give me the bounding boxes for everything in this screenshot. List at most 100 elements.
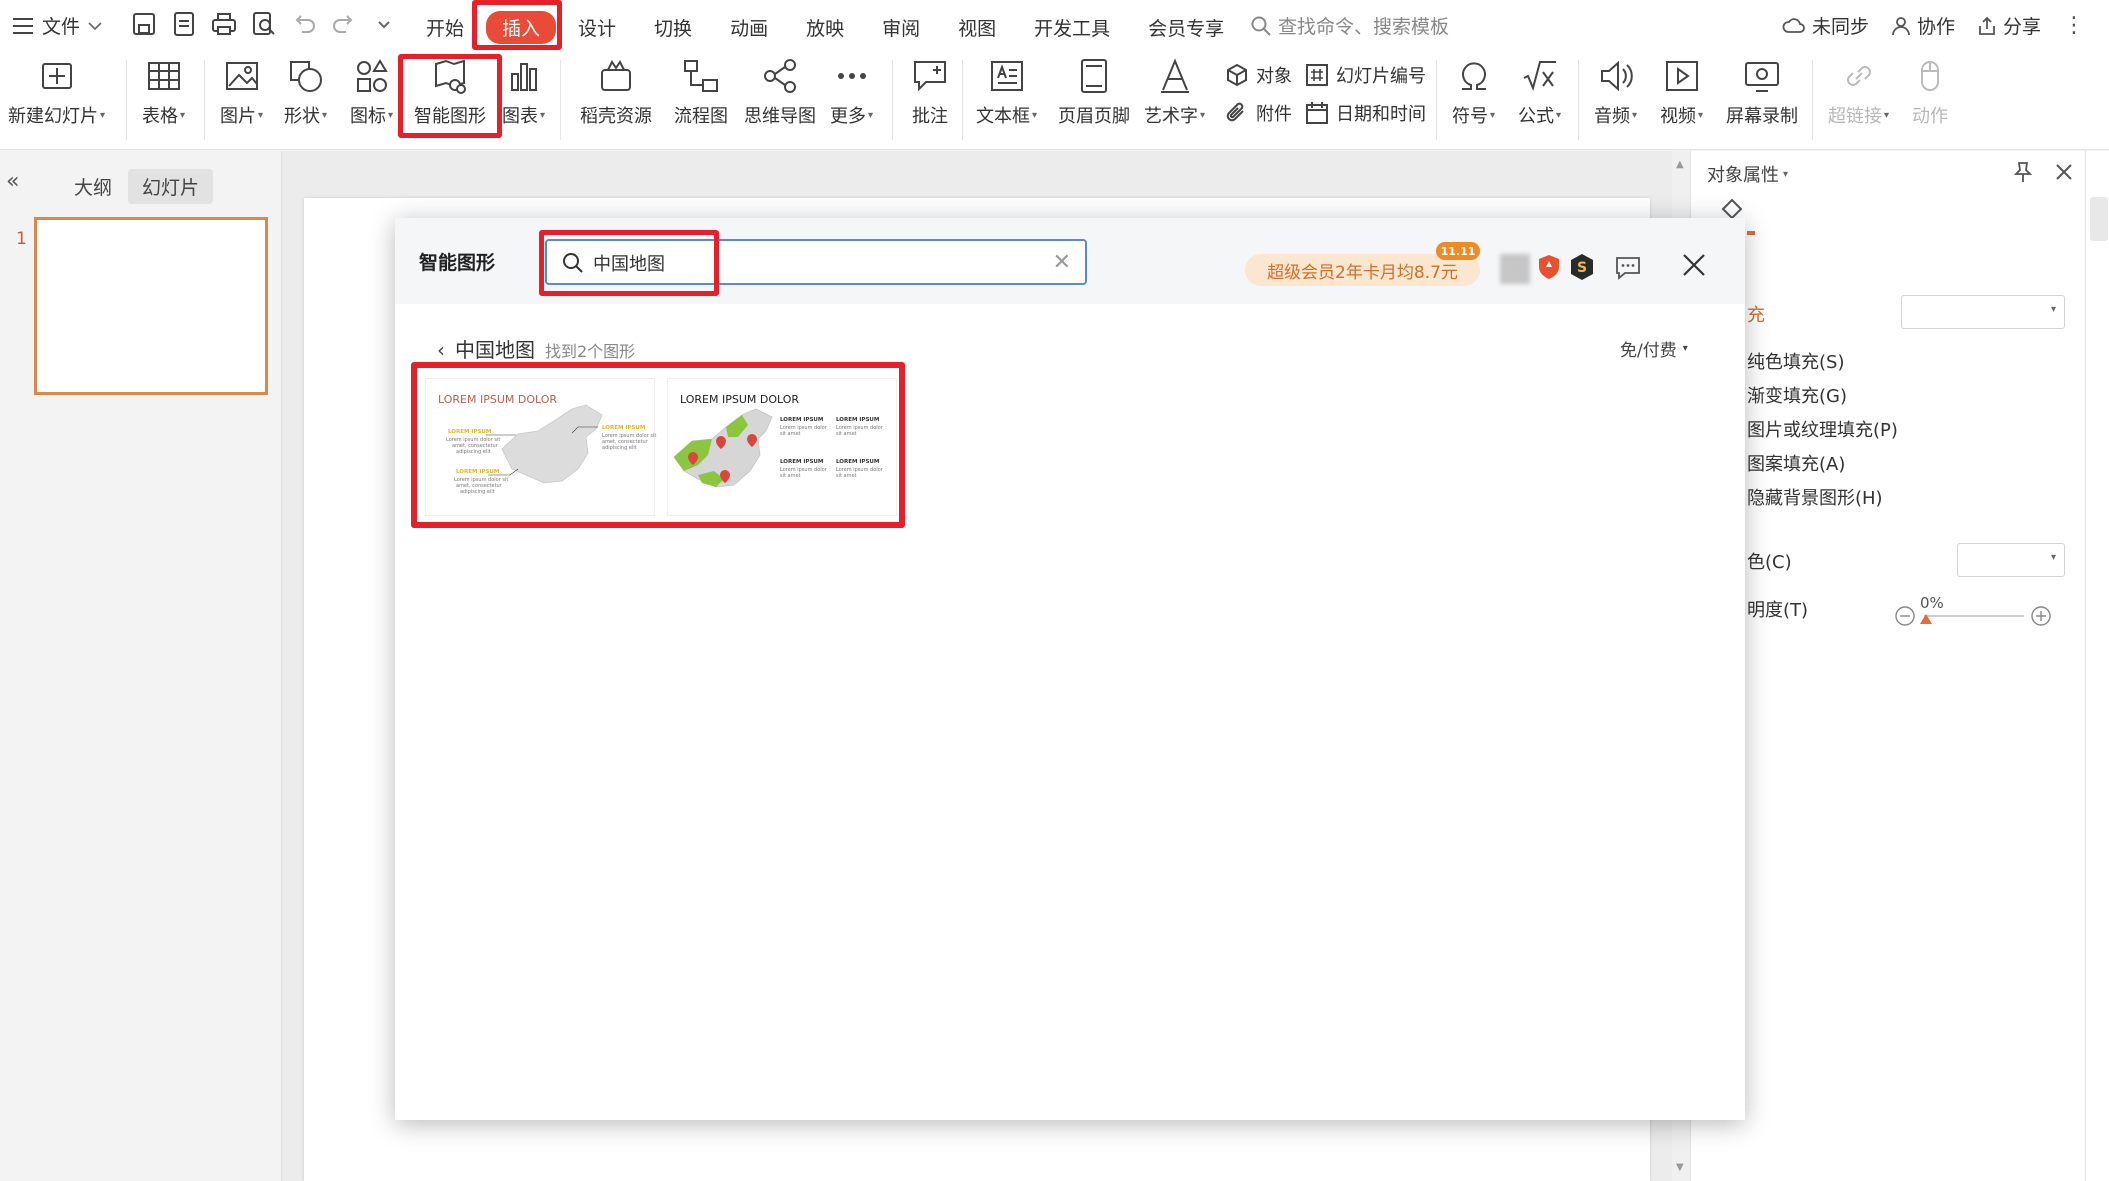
tab-member[interactable]: 会员专享: [1132, 10, 1240, 45]
plus-icon[interactable]: [2030, 605, 2052, 627]
flowchart-button[interactable]: 流程图: [674, 56, 728, 128]
graphic-search-box[interactable]: ✕: [545, 239, 1087, 285]
item-heading: LOREM IPSUM: [836, 459, 880, 465]
super-member-icon[interactable]: S: [1567, 252, 1597, 282]
table-button[interactable]: 表格 ▾: [142, 56, 185, 128]
pin-icon[interactable]: [2013, 161, 2033, 183]
tab-slides[interactable]: 幻灯片: [128, 169, 214, 204]
mindmap-label: 思维导图: [744, 106, 816, 127]
tab-design[interactable]: 设计: [562, 10, 632, 45]
breadcrumb-keyword[interactable]: 中国地图: [455, 334, 535, 363]
smart-graphic-button[interactable]: 智能图形: [414, 56, 486, 128]
sync-status[interactable]: 未同步: [1782, 12, 1869, 39]
symbol-button[interactable]: 符号 ▾: [1452, 56, 1495, 128]
audio-button[interactable]: 音频 ▾: [1594, 56, 1637, 128]
result-card-china-map-pins[interactable]: LOREM IPSUM DOLOR LOREM IPSUM Lorem ipsu…: [667, 378, 897, 516]
minus-icon[interactable]: [1894, 605, 1916, 627]
search-icon: [563, 253, 583, 273]
fill-dropdown[interactable]: ▾: [1901, 295, 2065, 329]
tab-insert[interactable]: 插入: [486, 11, 557, 44]
more-dots-icon: [837, 73, 866, 79]
hyperlink-label: 超链接: [1828, 106, 1882, 127]
more-options-icon[interactable]: ⋮: [2063, 13, 2085, 38]
icon-label: 图标: [350, 106, 386, 127]
hyperlink-button[interactable]: 超链接 ▾: [1828, 56, 1889, 128]
tab-review[interactable]: 审阅: [866, 10, 936, 45]
share-button[interactable]: 分享: [1977, 12, 2041, 39]
comment-button[interactable]: 批注: [910, 56, 950, 128]
collab-button[interactable]: 协作: [1891, 12, 1955, 39]
slide-number-button[interactable]: 幻灯片编号: [1304, 62, 1426, 88]
slider-thumb-icon[interactable]: [1920, 614, 1932, 624]
solid-fill-option[interactable]: 纯色填充(S): [1747, 348, 1844, 374]
screen-record-button[interactable]: 屏幕录制: [1726, 56, 1798, 128]
wordart-button[interactable]: 艺术字 ▾: [1144, 56, 1205, 128]
avatar[interactable]: [1500, 254, 1530, 284]
print-icon[interactable]: [210, 10, 238, 38]
promo-text: 超级会员2年卡月均8.7元: [1267, 262, 1458, 283]
transparency-slider[interactable]: 0%: [1894, 594, 2054, 630]
callout-heading: LOREM IPSUM: [456, 469, 500, 475]
item-heading: LOREM IPSUM: [780, 417, 824, 423]
action-button[interactable]: 动作: [1910, 56, 1950, 128]
close-icon[interactable]: [1679, 250, 1709, 280]
icon-button[interactable]: 图标 ▾: [350, 56, 393, 128]
docer-resources-button[interactable]: 稻壳资源: [580, 56, 652, 128]
more-button[interactable]: 更多 ▾: [830, 56, 873, 128]
ribbon-separator: [962, 60, 963, 140]
graphic-search-input[interactable]: [593, 249, 1013, 277]
tab-animations[interactable]: 动画: [714, 10, 784, 45]
tab-outline[interactable]: 大纲: [60, 169, 126, 204]
chart-label: 图表: [502, 106, 538, 127]
color-dropdown[interactable]: ▾: [1957, 543, 2065, 577]
gradient-fill-option[interactable]: 渐变填充(G): [1747, 382, 1847, 408]
new-slide-button[interactable]: 新建幻灯片 ▾: [8, 56, 105, 128]
video-button[interactable]: 视频 ▾: [1660, 56, 1703, 128]
picture-fill-option[interactable]: 图片或纹理填充(P): [1747, 416, 1898, 442]
flowchart-label: 流程图: [674, 106, 728, 127]
chart-button[interactable]: 图表 ▾: [502, 56, 545, 128]
comment-label: 批注: [912, 106, 948, 127]
mindmap-button[interactable]: 思维导图: [744, 56, 816, 128]
close-icon[interactable]: [2055, 163, 2073, 181]
card-title: LOREM IPSUM DOLOR: [680, 393, 800, 406]
file-menu[interactable]: 文件: [12, 12, 102, 39]
header-footer-button[interactable]: 页眉页脚: [1058, 56, 1130, 128]
save-icon[interactable]: [130, 10, 158, 38]
shape-button[interactable]: 形状 ▾: [284, 56, 327, 128]
tab-view[interactable]: 视图: [942, 10, 1012, 45]
redo-icon[interactable]: [330, 10, 358, 38]
properties-title[interactable]: 对象属性 ▾: [1707, 161, 1788, 187]
member-shield-icon[interactable]: [1534, 252, 1564, 282]
print-preview-icon[interactable]: [250, 10, 278, 38]
tab-slideshow[interactable]: 放映: [790, 10, 860, 45]
tab-developer[interactable]: 开发工具: [1018, 10, 1126, 45]
undo-icon[interactable]: [290, 10, 318, 38]
slide-thumbnail[interactable]: [34, 217, 268, 395]
customize-toolbar-icon[interactable]: [370, 10, 398, 38]
chevron-down-icon: ▾: [1783, 168, 1789, 180]
formula-button[interactable]: 公式 ▾: [1518, 56, 1561, 128]
slider-track[interactable]: [1924, 615, 2024, 617]
result-card-china-map-callouts[interactable]: LOREM IPSUM DOLOR LOREM IPSUM Lorem ipsu…: [425, 378, 656, 516]
command-search[interactable]: 查找命令、搜索模板: [1250, 12, 1449, 39]
back-chevron-icon[interactable]: ‹: [437, 338, 445, 362]
file-menu-label: 文件: [42, 16, 81, 38]
object-button[interactable]: 对象: [1224, 62, 1292, 88]
feedback-icon[interactable]: [1613, 252, 1643, 282]
textbox-button[interactable]: 文本框 ▾: [976, 56, 1037, 128]
pattern-fill-option[interactable]: 图案填充(A): [1747, 450, 1845, 476]
hide-background-option[interactable]: 隐藏背景图形(H): [1747, 484, 1883, 510]
export-pdf-icon[interactable]: [170, 10, 198, 38]
attachment-button[interactable]: 附件: [1224, 100, 1292, 126]
picture-button[interactable]: 图片 ▾: [220, 56, 263, 128]
tab-home[interactable]: 开始: [410, 10, 480, 45]
clear-search-icon[interactable]: ✕: [1053, 250, 1071, 275]
collapse-panel-icon[interactable]: «: [6, 169, 19, 194]
price-filter-dropdown[interactable]: 免/付费 ▾: [1620, 336, 1688, 361]
tab-transitions[interactable]: 切换: [638, 10, 708, 45]
date-time-button[interactable]: 日期和时间: [1304, 100, 1426, 126]
scroll-up-icon[interactable]: ▲: [1676, 159, 1684, 170]
scroll-down-icon[interactable]: ▼: [1676, 1162, 1684, 1173]
smart-graphic-label: 智能图形: [414, 106, 486, 127]
